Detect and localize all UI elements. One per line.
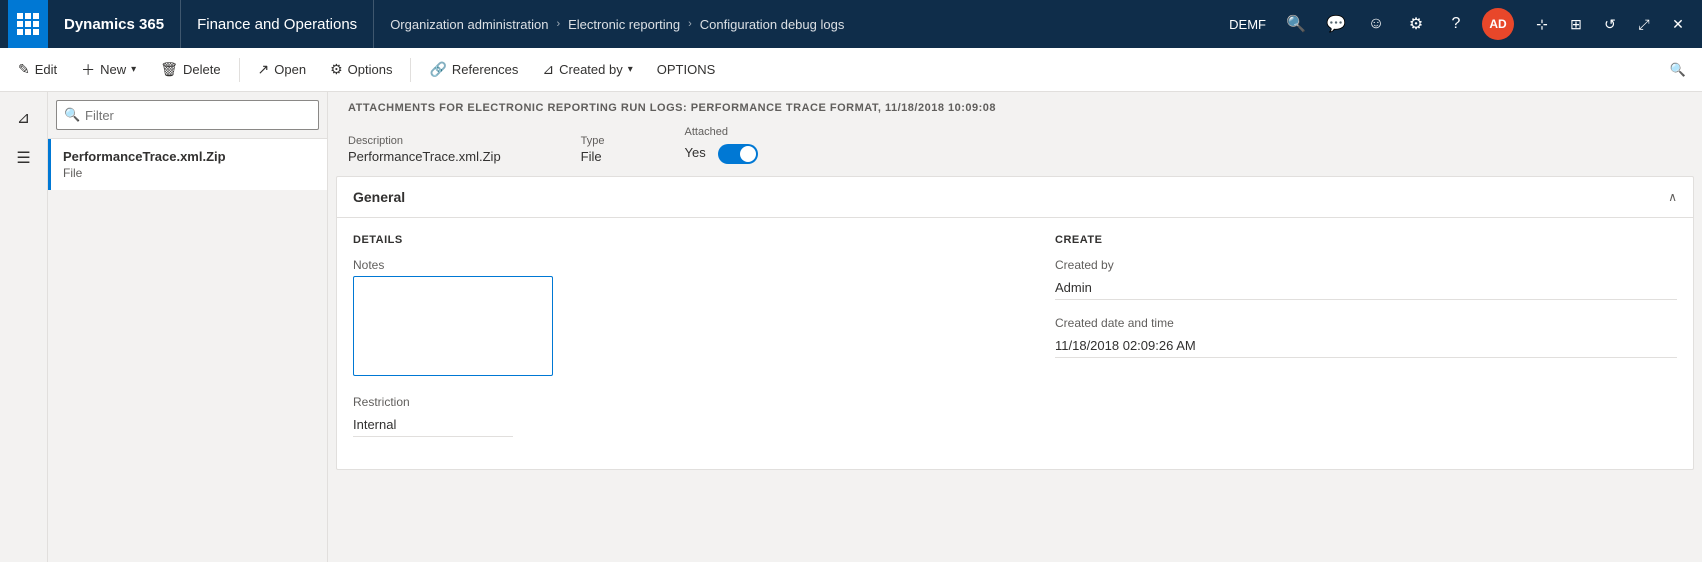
separator [410, 58, 411, 82]
open-button[interactable]: ↗ Open [248, 52, 317, 88]
expand-icon[interactable]: ⤢ [1628, 8, 1660, 40]
restriction-value: Internal [353, 413, 513, 437]
attachments-header: ATTACHMENTS FOR ELECTRONIC REPORTING RUN… [328, 92, 1702, 122]
delete-label: Delete [183, 62, 221, 77]
command-bar: ✎ Edit ＋ New ▾ 🗑 Delete ↗ Open ⚙ Options… [0, 48, 1702, 92]
new-icon: ＋ [81, 60, 95, 80]
open-label: Open [274, 62, 306, 77]
waffle-button[interactable] [8, 0, 48, 48]
new-label: New [100, 62, 126, 77]
new-button[interactable]: ＋ New ▾ [71, 52, 146, 88]
environment-label: DEMF [1221, 17, 1274, 32]
list-item[interactable]: PerformanceTrace.xml.Zip File [48, 139, 327, 190]
breadcrumb-config[interactable]: Configuration debug logs [700, 17, 845, 32]
app-name: Dynamics 365 [48, 0, 181, 48]
edit-label: Edit [35, 62, 57, 77]
edit-icon: ✎ [18, 61, 30, 78]
type-value: File [581, 149, 605, 164]
product-name: Finance and Operations [181, 0, 374, 48]
menu-sidebar-icon[interactable]: ☰ [6, 140, 42, 176]
details-column: DETAILS Notes Restriction Internal [353, 234, 975, 453]
user-avatar[interactable]: AD [1482, 8, 1514, 40]
refresh-icon[interactable]: ↺ [1594, 8, 1626, 40]
smiley-icon[interactable]: ☺ [1358, 6, 1394, 42]
general-section: General ∧ DETAILS Notes Restriction Inte… [336, 176, 1694, 470]
delete-icon: 🗑 [160, 61, 178, 78]
references-label: References [452, 62, 518, 77]
breadcrumb-er[interactable]: Electronic reporting [568, 17, 680, 32]
type-field: Type File [581, 135, 605, 164]
filter-input[interactable] [56, 100, 319, 130]
created-date-value: 11/18/2018 02:09:26 AM [1055, 334, 1677, 358]
references-icon: 🔗 [429, 61, 446, 78]
type-label: Type [581, 135, 605, 147]
options-button[interactable]: ⚙ Options [320, 52, 402, 88]
notes-textarea[interactable] [353, 276, 553, 376]
attached-value: Yes [685, 145, 706, 160]
close-icon[interactable]: ✕ [1662, 8, 1694, 40]
created-by-label: Created by [1055, 258, 1677, 272]
references-button[interactable]: 🔗 References [419, 52, 528, 88]
chevron-icon: › [688, 18, 692, 30]
created-by-button[interactable]: ⊿ Created by ▾ [532, 52, 642, 88]
detail-panel: ATTACHMENTS FOR ELECTRONIC REPORTING RUN… [328, 92, 1702, 562]
chevron-icon: › [556, 18, 560, 30]
sidebar-icons: ⊿ ☰ [0, 92, 48, 562]
search-icon[interactable]: 🔍 [1278, 6, 1314, 42]
created-by-field-group: Created by Admin [1055, 258, 1677, 300]
office-icon[interactable]: ⊞ [1560, 8, 1592, 40]
description-label: Description [348, 135, 501, 147]
options2-label: OPTIONS [657, 62, 716, 77]
list-item-title: PerformanceTrace.xml.Zip [63, 149, 315, 164]
restriction-field-group: Restriction Internal [353, 395, 975, 437]
attach-fields-row: Description PerformanceTrace.xml.Zip Typ… [328, 122, 1702, 176]
open-icon: ↗ [258, 61, 270, 78]
search-button[interactable]: 🔍 [1662, 54, 1694, 86]
main-layout: ⊿ ☰ 🔍 PerformanceTrace.xml.Zip File ATTA… [0, 92, 1702, 562]
created-date-field-group: Created date and time 11/18/2018 02:09:2… [1055, 316, 1677, 358]
section-body: DETAILS Notes Restriction Internal CREAT… [337, 218, 1693, 469]
section-header[interactable]: General ∧ [337, 177, 1693, 218]
description-value: PerformanceTrace.xml.Zip [348, 149, 501, 164]
restriction-label: Restriction [353, 395, 975, 409]
attached-label: Attached [685, 126, 758, 138]
separator [239, 58, 240, 82]
section-title: General [353, 189, 405, 205]
notes-field-group: Notes [353, 258, 975, 379]
top-navigation: Dynamics 365 Finance and Operations Orga… [0, 0, 1702, 48]
filter-sidebar-icon[interactable]: ⊿ [6, 100, 42, 136]
pin-icon[interactable]: ⊹ [1526, 8, 1558, 40]
options2-button[interactable]: OPTIONS [647, 52, 726, 88]
list-item-subtitle: File [63, 166, 315, 180]
create-title: CREATE [1055, 234, 1677, 246]
created-by-value: Admin [1055, 276, 1677, 300]
created-by-label: Created by [559, 62, 623, 77]
create-column: CREATE Created by Admin Created date and… [1055, 234, 1677, 453]
created-by-chevron-icon: ▾ [628, 64, 633, 75]
settings-icon[interactable]: ⚙ [1398, 6, 1434, 42]
delete-button[interactable]: 🗑 Delete [150, 52, 230, 88]
new-chevron-icon: ▾ [131, 64, 136, 75]
breadcrumb: Organization administration › Electronic… [374, 17, 860, 32]
created-date-label: Created date and time [1055, 316, 1677, 330]
details-title: DETAILS [353, 234, 975, 246]
breadcrumb-org[interactable]: Organization administration [390, 17, 548, 32]
attached-field: Attached Yes [685, 126, 758, 164]
help-icon[interactable]: ? [1438, 6, 1474, 42]
filter-box: 🔍 [48, 92, 327, 139]
notes-label: Notes [353, 258, 975, 272]
message-icon[interactable]: 💬 [1318, 6, 1354, 42]
section-chevron-icon: ∧ [1668, 190, 1677, 204]
description-field: Description PerformanceTrace.xml.Zip [348, 135, 501, 164]
options-icon: ⚙ [330, 61, 343, 78]
edit-button[interactable]: ✎ Edit [8, 52, 67, 88]
window-controls: ⊹ ⊞ ↺ ⤢ ✕ [1526, 8, 1694, 40]
attached-toggle[interactable] [718, 144, 758, 164]
list-panel: 🔍 PerformanceTrace.xml.Zip File [48, 92, 328, 562]
toggle-knob [740, 146, 756, 162]
options-label: Options [348, 62, 393, 77]
filter-icon: ⊿ [542, 61, 554, 78]
search-icon: 🔍 [1670, 62, 1686, 78]
